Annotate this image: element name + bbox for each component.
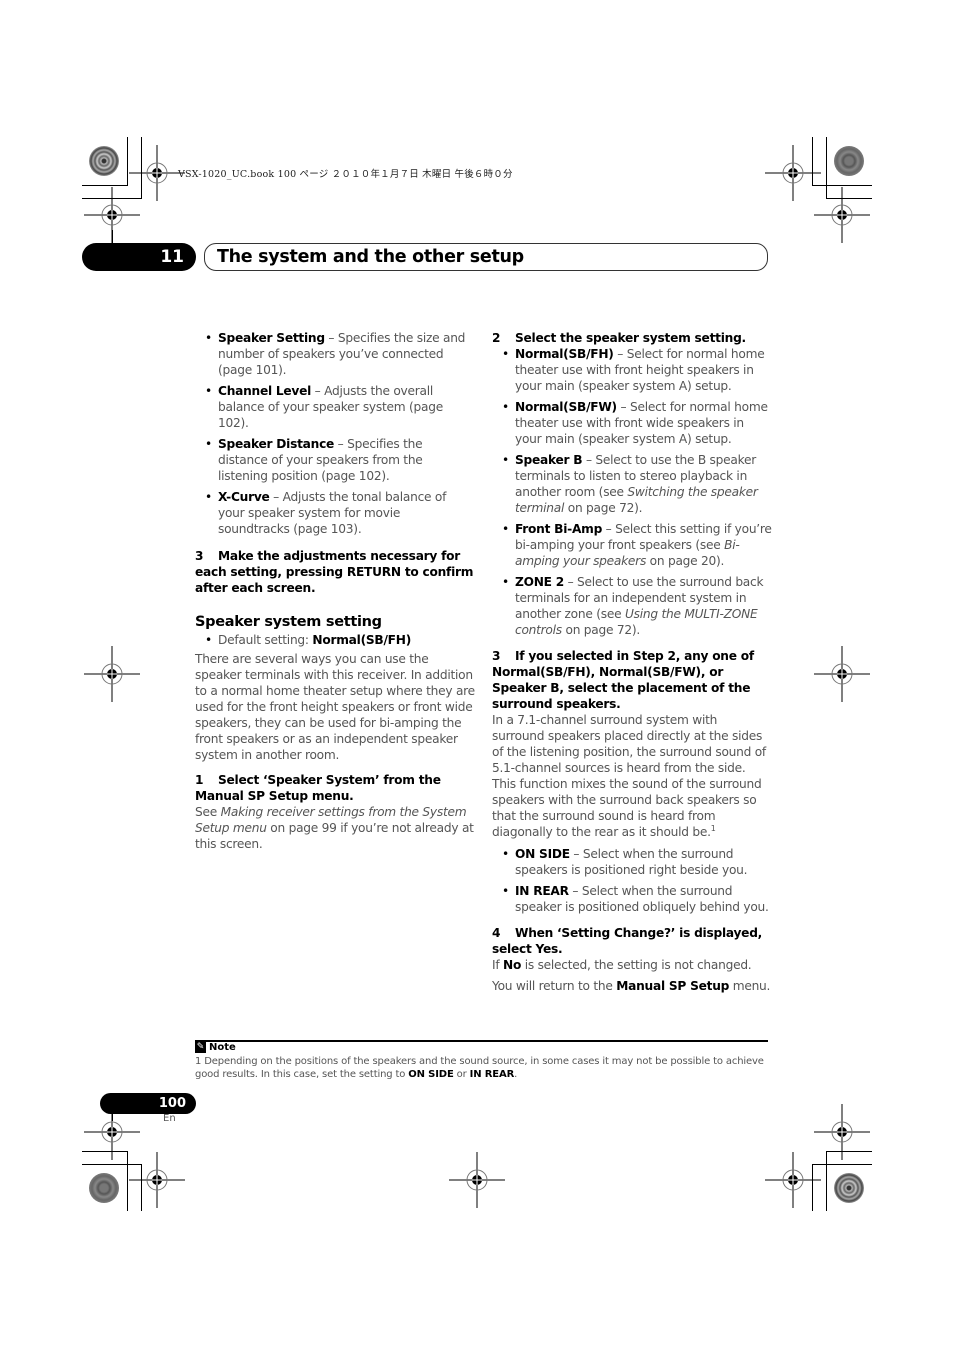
registration-mark-icon <box>814 187 870 243</box>
text: on page 72). <box>564 501 643 515</box>
list-item: ZONE 2 – Select to use the surround back… <box>492 574 772 638</box>
placement-options: ON SIDE – Select when the surround speak… <box>492 846 772 915</box>
crop-line <box>826 1151 827 1211</box>
list-item: Speaker B – Select to use the B speaker … <box>492 452 772 516</box>
right-column: 2 Select the speaker system setting. Norm… <box>492 330 772 994</box>
step-3-heading: 3 If you selected in Step 2, any one of N… <box>492 648 772 712</box>
list-item: Normal(SB/FW) – Select for normal home t… <box>492 399 772 447</box>
registration-mark-icon <box>765 1152 821 1208</box>
list-item: Channel Level – Adjusts the overall bala… <box>195 383 475 431</box>
list-item: Default setting: Normal(SB/FH) <box>195 632 475 648</box>
text: . <box>514 1069 518 1080</box>
chapter-number: 11 <box>82 243 196 271</box>
page-language: En <box>163 1113 176 1124</box>
chapter-title: The system and the other setup <box>204 243 768 271</box>
crop-line <box>82 185 128 186</box>
emphasis: No <box>503 958 522 972</box>
left-column: Speaker Setting – Specifies the size and… <box>195 330 475 852</box>
emphasis: IN REAR <box>469 1069 515 1080</box>
registration-mark-icon <box>84 187 140 243</box>
text: menu. <box>729 979 771 993</box>
term: ZONE 2 <box>515 575 564 589</box>
text: or <box>453 1069 470 1080</box>
section-intro: There are several ways you can use the s… <box>195 652 475 762</box>
section-heading: Speaker system setting <box>195 614 382 630</box>
text: You will return to the <box>492 979 617 993</box>
step-4-line-1: If No is selected, the setting is not ch… <box>492 957 772 973</box>
crop-line <box>127 137 128 186</box>
crop-line <box>812 1164 872 1165</box>
menu-items-list: Speaker Setting – Specifies the size and… <box>195 330 475 537</box>
step-1-heading: 1 Select ‘Speaker System’ from the Manual… <box>195 772 475 804</box>
print-header: VSX-1020_UC.book 100 ページ ２０１０年１月７日 木曜日 午… <box>178 169 513 180</box>
step-3-body: In a 7.1-channel surround system with su… <box>492 712 772 840</box>
registration-mark-icon <box>814 1104 870 1160</box>
step-text: Select ‘Speaker System’ from the Manual … <box>195 773 441 803</box>
emphasis: Manual SP Setup <box>616 979 730 993</box>
term: Speaker Distance <box>218 437 335 451</box>
emphasis: ON SIDE <box>408 1069 454 1080</box>
registration-mark-icon <box>129 1152 185 1208</box>
text: See <box>195 805 221 819</box>
term: Channel Level <box>218 384 312 398</box>
list-item: Front Bi-Amp – Select this setting if yo… <box>492 521 772 569</box>
step-number: 4 <box>492 926 501 940</box>
list-item: X-Curve – Adjusts the tonal balance of y… <box>195 489 475 537</box>
term: Speaker Setting <box>218 331 325 345</box>
step-1-body: See Making receiver settings from the Sy… <box>195 804 475 852</box>
step-text: Make the adjustments necessary for each … <box>195 549 474 595</box>
gray-dot-icon <box>834 146 864 176</box>
term: Front Bi-Amp <box>515 522 603 536</box>
step-number: 2 <box>492 331 501 345</box>
text: In a 7.1-channel surround system with su… <box>492 713 766 839</box>
speaker-system-options: Normal(SB/FH) – Select for normal home t… <box>492 346 772 638</box>
term: Normal(SB/FW) <box>515 400 617 414</box>
term: X-Curve <box>218 490 270 504</box>
text: on page 20). <box>646 554 725 568</box>
default-label: Default setting: <box>218 633 313 647</box>
list-item: Speaker Distance – Specifies the distanc… <box>195 436 475 484</box>
step-text: Select the speaker system setting. <box>515 331 746 345</box>
note-title: Note <box>209 1042 236 1053</box>
list-item: IN REAR – Select when the surround speak… <box>492 883 772 915</box>
step-number: 3 <box>492 649 501 663</box>
step-4-line-2: You will return to the Manual SP Setup m… <box>492 978 772 994</box>
text: If <box>492 958 504 972</box>
footnote: 1 Depending on the positions of the spea… <box>195 1055 770 1081</box>
registration-mark-icon <box>449 1152 505 1208</box>
gray-dot-icon <box>89 1173 119 1203</box>
step-4-heading: 4 When ‘Setting Change?’ is displayed, se… <box>492 925 772 957</box>
page-number: 100 <box>100 1093 196 1114</box>
list-item: ON SIDE – Select when the surround speak… <box>492 846 772 878</box>
text: is selected, the setting is not changed. <box>521 958 752 972</box>
step-number: 3 <box>195 549 204 563</box>
term: Normal(SB/FH) <box>515 347 614 361</box>
term: Speaker B <box>515 453 583 467</box>
starburst-target-icon <box>89 146 119 176</box>
default-value: Normal(SB/FH) <box>312 633 412 647</box>
list-item: Normal(SB/FH) – Select for normal home t… <box>492 346 772 394</box>
step-2-heading: 2 Select the speaker system setting. <box>492 330 772 346</box>
step-3-heading: 3 Make the adjustments necessary for each… <box>195 548 475 596</box>
registration-mark-icon <box>814 646 870 702</box>
step-text: If you selected in Step 2, any one of No… <box>492 649 754 711</box>
starburst-target-icon <box>834 1173 864 1203</box>
note-heading: ✎ Note <box>195 1042 236 1053</box>
footnote-reference: 1 <box>710 823 716 833</box>
note-divider <box>195 1040 768 1042</box>
list-item: Speaker Setting – Specifies the size and… <box>195 330 475 378</box>
crop-line <box>127 1151 128 1211</box>
text: on page 72). <box>561 623 641 637</box>
step-text: When ‘Setting Change?’ is displayed, sel… <box>492 926 763 956</box>
registration-mark-icon <box>84 646 140 702</box>
term: IN REAR <box>515 884 569 898</box>
pencil-note-icon: ✎ <box>195 1042 206 1053</box>
step-number: 1 <box>195 773 204 787</box>
default-setting-list: Default setting: Normal(SB/FH) <box>195 632 475 648</box>
registration-mark-icon <box>765 145 821 201</box>
term: ON SIDE <box>515 847 570 861</box>
crop-line <box>812 185 872 186</box>
